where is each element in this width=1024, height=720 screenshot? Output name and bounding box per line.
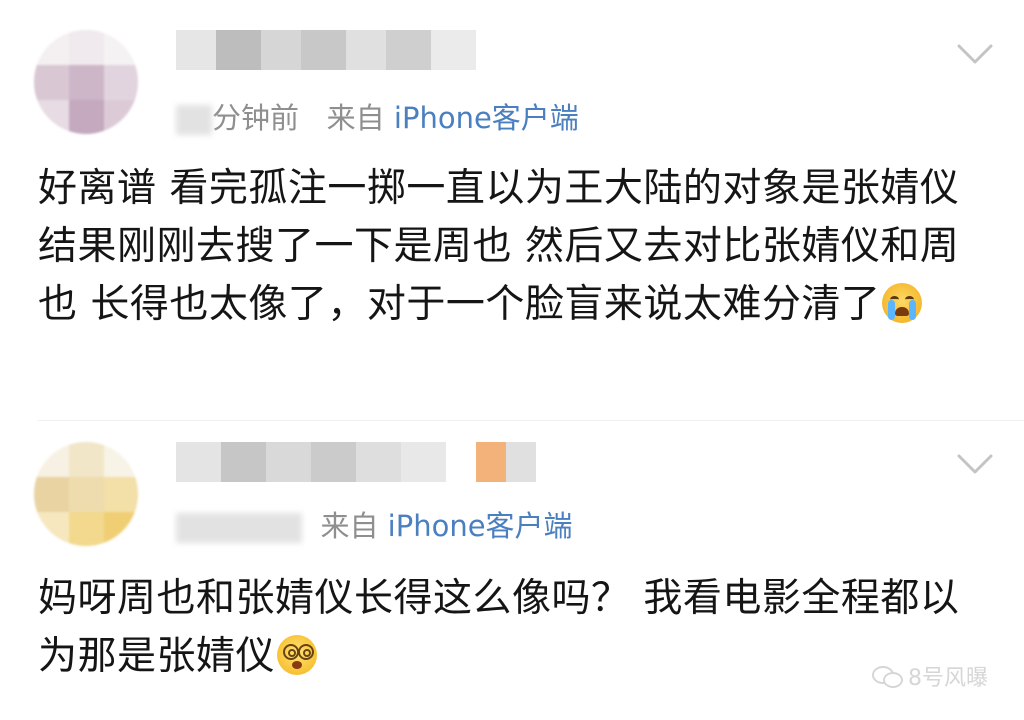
comment-text: 好离谱 看完孤注一掷一直以为王大陆的对象是张婧仪 结果刚刚去搜了一下是周也 然后… xyxy=(38,160,998,334)
comment-card: 来自 iPhone客户端 妈呀周也和张婧仪长得这么像吗？ 我看电影全程都以为那是… xyxy=(0,420,1024,720)
source-label: 来自 xyxy=(326,101,385,135)
client-link[interactable]: iPhone客户端 xyxy=(394,101,579,135)
comment-text: 妈呀周也和张婧仪长得这么像吗？ 我看电影全程都以为那是张婧仪 xyxy=(38,570,998,686)
comment-card: 分钟前 来自 iPhone客户端 好离谱 看完孤注一掷一直以为王大陆的对象是张婧… xyxy=(0,0,1024,420)
dizzy-face-icon xyxy=(277,635,318,675)
timestamp-blurred xyxy=(176,105,212,135)
comment-body: 妈呀周也和张婧仪长得这么像吗？ 我看电影全程都以为那是张婧仪 xyxy=(38,576,960,679)
client-link[interactable]: iPhone客户端 xyxy=(388,509,573,543)
avatar[interactable] xyxy=(34,442,138,546)
watermark: 8号风曝 xyxy=(872,660,988,692)
source-label: 来自 xyxy=(320,509,379,543)
timestamp-suffix: 分钟前 xyxy=(212,101,300,135)
watermark-text: 8号风曝 xyxy=(908,666,988,691)
chevron-down-icon[interactable] xyxy=(955,450,995,478)
username-blurred[interactable] xyxy=(176,30,476,70)
avatar[interactable] xyxy=(34,30,138,134)
post-meta: 分钟前 来自 iPhone客户端 xyxy=(176,98,579,138)
username-blurred[interactable] xyxy=(176,442,556,482)
chevron-down-icon[interactable] xyxy=(955,40,995,68)
timestamp-blurred xyxy=(176,513,302,543)
wechat-icon xyxy=(872,664,903,688)
comment-body: 好离谱 看完孤注一掷一直以为王大陆的对象是张婧仪 结果刚刚去搜了一下是周也 然后… xyxy=(38,166,960,327)
post-meta: 来自 iPhone客户端 xyxy=(176,506,573,546)
crying-face-icon xyxy=(882,283,923,323)
